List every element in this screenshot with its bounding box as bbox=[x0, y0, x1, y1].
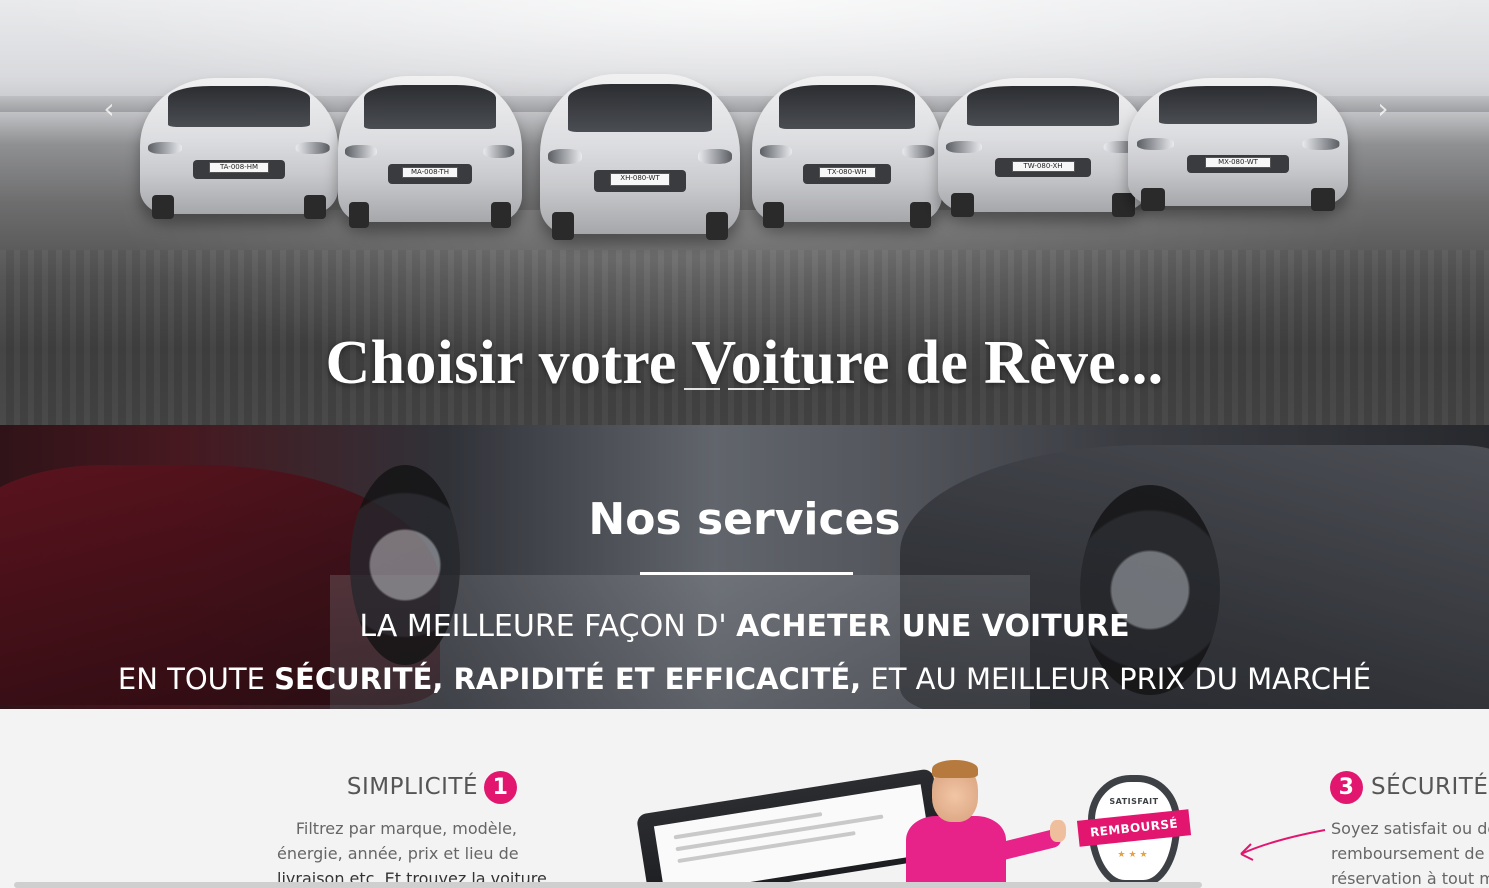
features-section: SIMPLICITÉ 1 Filtrez par marque, modèle, … bbox=[0, 709, 1489, 888]
salesman-illustration bbox=[900, 760, 1070, 888]
hero-car-2: MA-008-TH bbox=[338, 76, 522, 228]
star-icon: ★★★ bbox=[1117, 849, 1151, 859]
chevron-left-icon: ‹ bbox=[103, 92, 115, 125]
services-title: Nos services bbox=[588, 494, 901, 545]
license-plate: TA-008-HM bbox=[209, 162, 269, 174]
hero-title-underline bbox=[0, 388, 1489, 392]
tagline-text: ET AU MEILLEUR PRIX DU MARCHÉ bbox=[870, 662, 1372, 696]
hero-car-6: MX-080-WT bbox=[1128, 78, 1348, 212]
feature-text-line: réservation à tout moment bbox=[1331, 869, 1489, 888]
services-tagline-line-2: EN TOUTE SÉCURITÉ, RAPIDITÉ ET EFFICACIT… bbox=[0, 659, 1489, 699]
tagline-text: LA MEILLEURE FAÇON D' bbox=[359, 609, 727, 644]
services-tagline-line-1: LA MEILLEURE FAÇON D' ACHETER UNE VOITUR… bbox=[0, 607, 1489, 647]
license-plate: TX-080-WH bbox=[818, 166, 876, 179]
hero-car-5: TW-080-XH bbox=[938, 78, 1148, 218]
services-title-divider bbox=[640, 572, 853, 575]
feature-text-line: Filtrez par marque, modèle, bbox=[295, 819, 517, 838]
license-plate: MX-080-WT bbox=[1205, 157, 1271, 168]
feature-simplicite-text: Filtrez par marque, modèle, énergie, ann… bbox=[277, 816, 547, 888]
feature-text-line: remboursement de votre bbox=[1331, 844, 1489, 863]
tagline-emphasis: ACHETER UNE VOITURE bbox=[736, 609, 1130, 644]
license-plate: TW-080-XH bbox=[1011, 161, 1075, 172]
hero-carousel: TA-008-HM MA-008-TH XH-080-WT TX-080-WH bbox=[0, 0, 1489, 425]
tagline-text: EN TOUTE bbox=[117, 662, 265, 696]
chevron-right-icon: › bbox=[1377, 92, 1389, 125]
license-plate: MA-008-TH bbox=[402, 166, 458, 179]
feature-text-line: Soyez satisfait ou demandez un bbox=[1331, 819, 1489, 838]
tagline-emphasis: SÉCURITÉ, RAPIDITÉ ET EFFICACITÉ, bbox=[274, 662, 862, 696]
horizontal-scrollbar[interactable] bbox=[14, 882, 1202, 888]
feature-simplicite-heading: SIMPLICITÉ 1 bbox=[347, 771, 517, 804]
step-number-badge: 3 bbox=[1330, 771, 1363, 804]
satisfait-rembourse-badge: SATISFAIT REMBOURSÉ ★★★ bbox=[1076, 775, 1192, 888]
feature-text-line: énergie, année, prix et lieu de bbox=[277, 844, 519, 863]
curved-arrow-icon bbox=[1240, 829, 1326, 861]
feature-securite-text: Soyez satisfait ou demandez un rembourse… bbox=[1331, 816, 1489, 888]
hero-car-4: TX-080-WH bbox=[752, 76, 942, 228]
feature-securite-heading: 3 SÉCURITÉ bbox=[1330, 771, 1488, 804]
feature-title: SÉCURITÉ bbox=[1371, 774, 1489, 800]
hero-car-1: TA-008-HM bbox=[140, 78, 338, 220]
page: TA-008-HM MA-008-TH XH-080-WT TX-080-WH bbox=[0, 0, 1489, 888]
feature-title: SIMPLICITÉ bbox=[346, 774, 478, 800]
services-section: Nos services LA MEILLEURE FAÇON D' ACHET… bbox=[0, 425, 1489, 709]
carousel-next-button[interactable]: › bbox=[1370, 94, 1396, 124]
badge-top-text: SATISFAIT bbox=[1109, 797, 1159, 806]
carousel-prev-button[interactable]: ‹ bbox=[96, 94, 122, 124]
step-number-badge: 1 bbox=[484, 771, 517, 804]
license-plate: XH-080-WT bbox=[610, 173, 670, 186]
hero-car-3: XH-080-WT bbox=[540, 74, 740, 241]
